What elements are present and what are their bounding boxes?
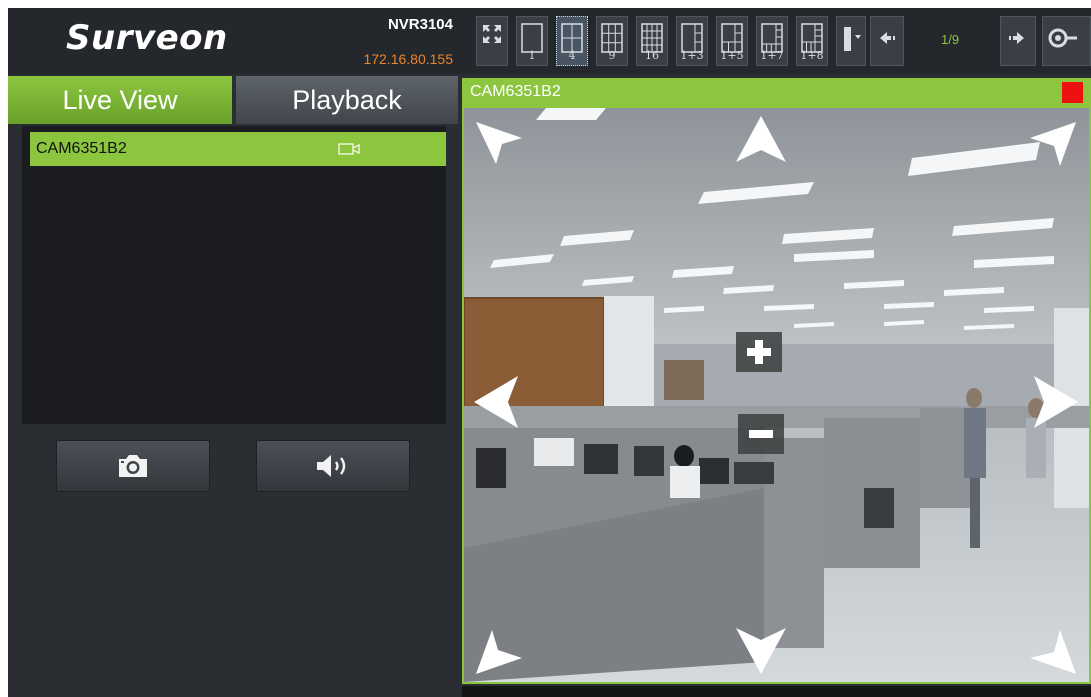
speaker-icon [317,455,346,477]
arrow-left-icon [880,32,895,44]
layout-dropdown-icon [844,27,861,51]
audio-button[interactable] [256,440,410,492]
page-indicator: 1/9 [941,32,960,47]
tab-live-view[interactable]: Live View [8,76,232,124]
minus-icon [749,430,773,438]
camera-name: CAM6351B2 [36,140,127,157]
arrow-right-icon [1009,32,1024,44]
pan-up-arrow[interactable] [734,114,788,164]
nvr-app: Surveon NVR3104 172.16.80.155 1 4 9 16 1… [8,8,1091,697]
top-bar: Surveon NVR3104 172.16.80.155 1 4 9 16 1… [8,8,1091,74]
pan-down-left-arrow[interactable] [472,626,524,678]
nvr-name: NVR3104 [387,16,453,33]
layout-1-5-button[interactable]: 1+5 [716,16,748,66]
layout-1-3-button[interactable]: 1+3 [676,16,708,66]
layout-label: 1 [528,49,536,62]
pan-right-arrow[interactable] [1032,374,1080,430]
zoom-in-button[interactable] [736,332,782,372]
tab-playback[interactable]: Playback [236,76,458,124]
nvr-ip-address: 172.16.80.155 [363,51,453,67]
layout-label: 1+5 [720,49,744,62]
layout-label: 1+8 [800,49,824,62]
zoom-out-button[interactable] [738,414,784,454]
camera-icon [338,143,360,155]
view-options-button[interactable] [1042,16,1091,66]
viewer-header: CAM6351B2 [462,78,1091,106]
pan-up-left-arrow[interactable] [472,118,524,170]
layout-label: 4 [568,49,576,62]
logo: Surveon [66,18,228,58]
layout-label: 9 [608,49,616,62]
layout-1-button[interactable]: 1 [516,16,548,66]
layout-label: 16 [645,49,659,62]
layout-1-7-button[interactable]: 1+7 [756,16,788,66]
layout-9-button[interactable]: 9 [596,16,628,66]
plus-icon [747,340,771,364]
viewer-bottom-bar [462,686,1091,697]
viewer-camera-title: CAM6351B2 [470,83,561,100]
camera-list-item[interactable]: CAM6351B2 [30,132,446,166]
fullscreen-icon [483,25,501,43]
more-layouts-dropdown[interactable] [836,16,866,66]
camera-list: CAM6351B2 [22,126,446,424]
layout-4-button[interactable]: 4 [556,16,588,66]
pan-down-arrow[interactable] [734,626,788,676]
pan-left-arrow[interactable] [472,374,520,430]
fullscreen-button[interactable] [476,16,508,66]
pan-up-right-arrow[interactable] [1028,118,1080,170]
video-feed[interactable] [462,106,1091,684]
office-scene [464,108,1089,682]
previous-page-button[interactable] [870,16,904,66]
eye-icon [1048,28,1077,48]
layout-1-8-button[interactable]: 1+8 [796,16,828,66]
snapshot-button[interactable] [56,440,210,492]
pan-down-right-arrow[interactable] [1028,626,1080,678]
camera-snapshot-icon [119,455,147,477]
recording-indicator [1062,82,1083,103]
layout-16-button[interactable]: 16 [636,16,668,66]
next-page-button[interactable] [1000,16,1036,66]
layout-label: 1+3 [680,49,704,62]
layout-label: 1+7 [760,49,784,62]
